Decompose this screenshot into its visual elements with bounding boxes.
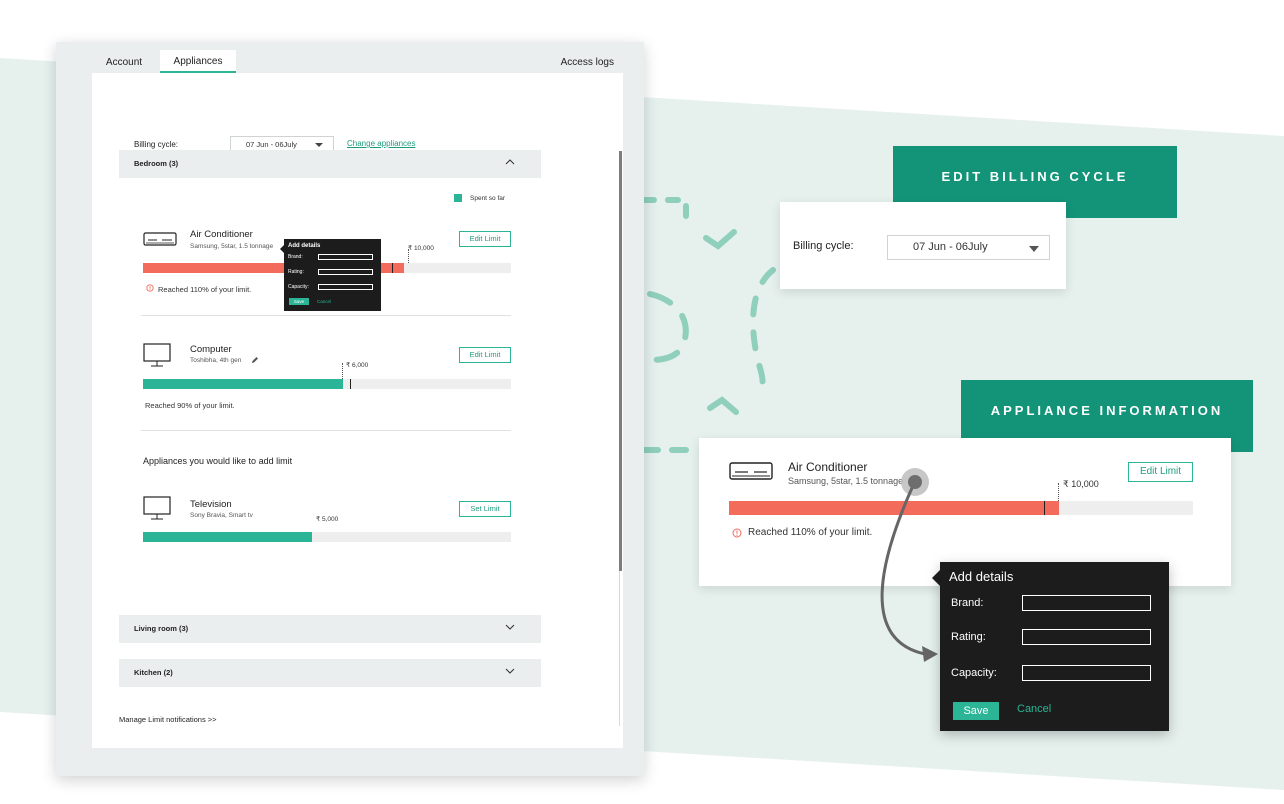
capacity-input[interactable] bbox=[1022, 665, 1151, 681]
capacity-label: Capacity: bbox=[951, 667, 997, 679]
brand-input[interactable] bbox=[1022, 595, 1151, 611]
brand-label: Brand: bbox=[951, 597, 984, 609]
add-details-popover: Add details Brand: Rating: Capacity: Sav… bbox=[932, 562, 1169, 731]
save-button[interactable]: Save bbox=[953, 702, 999, 720]
popover-arrow bbox=[932, 570, 940, 586]
popover-title: Add details bbox=[949, 569, 1014, 584]
rating-input[interactable] bbox=[1022, 629, 1151, 645]
rating-label: Rating: bbox=[951, 631, 986, 643]
cancel-button[interactable]: Cancel bbox=[1017, 703, 1051, 715]
stage: Account Appliances Access logs Billing c… bbox=[0, 0, 1284, 804]
